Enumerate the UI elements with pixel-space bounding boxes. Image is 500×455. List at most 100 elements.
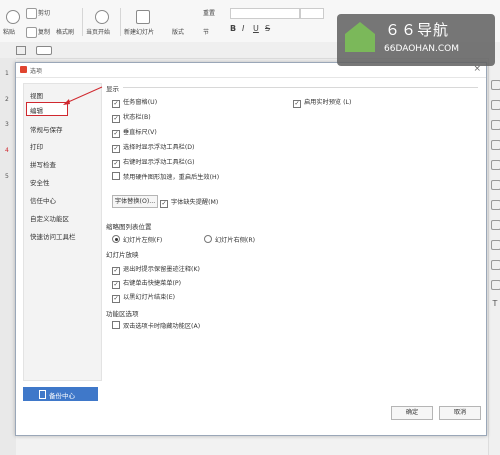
radio-selected[interactable] [112,235,120,243]
outline-tab-icon[interactable] [16,46,26,55]
timer-icon[interactable] [491,180,500,190]
option-label: 退出时提示保留墨迹注释(K) [123,266,200,273]
slide-number[interactable]: 2 [5,96,9,103]
radio-thumbnail-left[interactable]: 幻灯片左侧(F) [112,235,162,244]
link-icon[interactable] [491,240,500,250]
ribbon-divider [120,8,121,36]
option-vertical-ruler[interactable]: ✓ 垂直标尺(V) [112,127,157,138]
cancel-button[interactable]: 取消 [439,406,481,420]
picture-icon[interactable] [491,280,500,290]
animation-icon[interactable] [491,120,500,130]
radio-thumbnail-right[interactable]: 幻灯片右侧(R) [204,235,255,244]
radio-unselected[interactable] [204,235,212,243]
options-nav: 视图 编辑 常规与保存 打印 拼写检查 安全性 信任中心 自定义功能区 快速访问… [23,83,102,381]
backup-center-button[interactable]: 备份中心 [23,387,98,401]
option-label: 幻灯片左侧(F) [123,237,163,244]
task-pane-icons: T [488,58,500,455]
cut-button[interactable]: 剪切 [26,8,50,19]
italic-button[interactable]: I [242,24,244,33]
checkbox-checked[interactable]: ✓ [112,160,120,168]
checkbox-checked[interactable]: ✓ [293,100,301,108]
option-keep-ink[interactable]: ✓ 退出时提示保留墨迹注释(K) [112,264,200,275]
option-rightclick-menu[interactable]: ✓ 右键单击快捷菜单(P) [112,278,181,289]
checkbox-checked[interactable]: ✓ [112,100,120,108]
reset-button[interactable]: 重置 [203,8,215,17]
nav-item-customize-ribbon[interactable]: 自定义功能区 [30,213,69,223]
play-icon[interactable] [95,10,109,24]
section-title-display: 显示 [106,85,119,93]
slide-number[interactable]: 4 [5,147,9,154]
copy-label: 复制 [38,29,51,36]
bold-button[interactable]: B [230,24,236,33]
layout-button[interactable]: 版式 [172,27,184,36]
dialog-title: 选项 [30,68,43,75]
strikethrough-button[interactable]: S [265,24,270,33]
checkbox-checked[interactable]: ✓ [112,130,120,138]
annotation-arrow [63,86,103,105]
backup-icon [39,390,46,399]
nav-item-trust-center[interactable]: 信任中心 [30,195,56,205]
option-task-pane[interactable]: ✓ 任务窗格(U) [112,97,157,108]
checkbox-checked[interactable]: ✓ [112,295,120,303]
nav-item-edit[interactable]: 编辑 [30,105,43,115]
option-end-black[interactable]: ✓ 以黑幻灯片结束(E) [112,292,175,303]
nav-item-print[interactable]: 打印 [30,141,43,151]
checkbox-checked[interactable]: ✓ [112,115,120,123]
checkbox-unchecked[interactable] [112,321,120,329]
option-label: 字体缺失提醒(M) [171,199,219,206]
checkbox-unchecked[interactable] [112,172,120,180]
option-label: 状态栏(B) [123,114,151,121]
cut-icon [26,8,37,19]
cut-label: 剪切 [38,10,51,17]
option-status-bar[interactable]: ✓ 状态栏(B) [112,112,151,123]
nav-item-general-save[interactable]: 常规与保存 [30,124,63,134]
table-icon[interactable] [491,160,500,170]
paste-icon[interactable] [6,10,20,24]
new-slide-button[interactable]: 新建幻灯片 [124,27,154,36]
checkbox-checked[interactable]: ✓ [112,267,120,275]
slides-tab-icon[interactable] [36,46,52,55]
slide-number[interactable]: 3 [5,121,9,128]
nav-item-security[interactable]: 安全性 [30,177,50,187]
copy-icon [26,27,37,38]
checkbox-checked[interactable]: ✓ [112,145,120,153]
text-tool-icon[interactable]: T [491,300,499,308]
sound-icon[interactable] [491,220,500,230]
section-button[interactable]: 节 [203,27,209,36]
transition-icon[interactable] [491,140,500,150]
slide-number[interactable]: 5 [5,173,9,180]
section-divider [123,87,478,88]
ok-button[interactable]: 确定 [391,406,433,420]
option-label: 禁用硬件图形加速，重启后生效(H) [123,174,220,181]
paste-button[interactable]: 粘贴 [3,27,15,36]
copy-button[interactable]: 复制 [26,27,50,38]
nav-item-spell-check[interactable]: 拼写检查 [30,159,56,169]
option-live-preview[interactable]: ✓ 启用实时预览 (L) [293,97,351,108]
from-current-button[interactable]: 当页开始 [86,27,110,36]
checkbox-checked[interactable]: ✓ [160,200,168,208]
format-painter-button[interactable]: 格式刷 [56,27,74,36]
font-size-select[interactable] [300,8,324,19]
options-dialog: 选项 × 视图 编辑 常规与保存 打印 拼写检查 安全性 信任中心 自定义功能区… [15,62,487,436]
nav-item-view[interactable]: 视图 [30,90,43,100]
checkbox-checked[interactable]: ✓ [112,281,120,289]
new-slide-icon[interactable] [136,10,150,24]
underline-button[interactable]: U [253,24,259,33]
font-replace-button[interactable]: 字体替换(O)... [112,195,158,208]
option-float-toolbar-select[interactable]: ✓ 选择时显示浮动工具栏(D) [112,142,194,153]
option-float-toolbar-rightclick[interactable]: ✓ 右键时显示浮动工具栏(G) [112,157,195,168]
settings-icon[interactable] [491,200,500,210]
option-font-missing[interactable]: ✓ 字体缺失提醒(M) [160,197,218,208]
nav-item-quick-access[interactable]: 快速访问工具栏 [30,231,76,241]
shape-icon[interactable] [491,100,500,110]
slide-number[interactable]: 1 [5,70,9,77]
font-name-select[interactable] [230,8,300,19]
option-disable-hw-accel[interactable]: 禁用硬件图形加速，重启后生效(H) [112,172,219,181]
cursor-icon[interactable] [491,80,500,90]
option-label: 右键时显示浮动工具栏(G) [123,159,195,166]
section-title-ribbon: 功能区选项 [106,310,139,318]
option-hide-ribbon-dblclick[interactable]: 双击选项卡时隐藏功能区(A) [112,321,200,330]
wps-logo-icon [20,66,27,73]
chart-icon[interactable] [491,260,500,270]
house-logo-icon [345,22,375,52]
